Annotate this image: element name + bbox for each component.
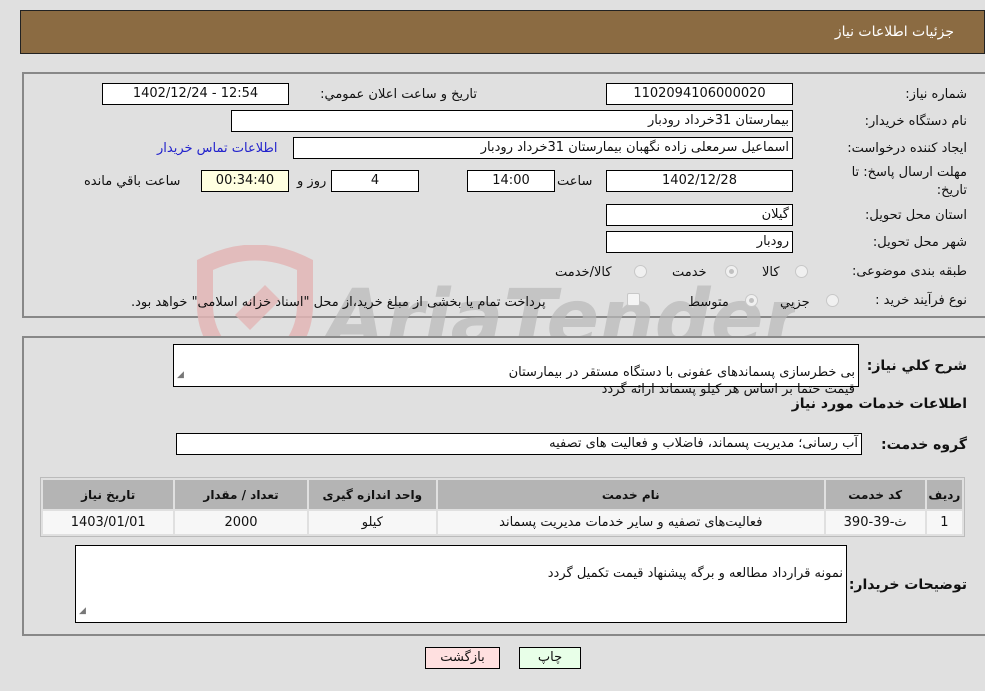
- remaining-label: ساعت باقي مانده: [84, 174, 181, 189]
- deadline-time-field: 14:00: [467, 170, 555, 192]
- need-number-label: شماره نیاز:: [905, 87, 967, 102]
- buyer-notes-text: نمونه قرارداد مطالعه و برگه پیشنهاد قیمت…: [547, 566, 843, 581]
- description-textarea[interactable]: بی خطرسازی پسماندهای عفونی با دستگاه مست…: [173, 344, 859, 397]
- creator-field: اسماعیل سرمعلی زاده نگهبان بیمارستان 31خ…: [293, 137, 793, 159]
- page-title: جزئیات اطلاعات نیاز: [834, 24, 954, 40]
- cell-need-date: 1403/01/01: [43, 511, 174, 534]
- resize-grip-icon[interactable]: ◢: [177, 367, 184, 384]
- table-row: 1 ث-39-390 فعالیت‌های تصفیه و سایر خدمات…: [43, 511, 962, 534]
- cell-service-name: فعالیت‌های تصفیه و سایر خدمات مدیریت پسم…: [437, 511, 824, 534]
- category-label: طبقه بندی موضوعی:: [851, 264, 967, 279]
- category-option-goods: کالا: [762, 265, 780, 280]
- category-radio-service[interactable]: [725, 265, 738, 278]
- process-option-minor: جزيي: [780, 295, 810, 310]
- col-header-row-number: ردیف: [926, 480, 962, 509]
- cell-quantity: 2000: [175, 511, 307, 534]
- deadline-time-label: ساعت: [557, 174, 593, 189]
- process-radio-minor[interactable]: [826, 294, 839, 307]
- cell-row-number: 1: [926, 511, 962, 534]
- province-field: گیلان: [606, 204, 793, 226]
- announce-label: تاریخ و ساعت اعلان عمومي:: [320, 87, 477, 102]
- deadline-label-line1: مهلت ارسال پاسخ: تا: [851, 165, 967, 180]
- col-header-service-code: کد خدمت: [825, 480, 925, 509]
- services-section-title: اطلاعات خدمات مورد نیاز: [791, 396, 967, 412]
- days-field: 4: [331, 170, 419, 192]
- city-field: رودبار: [606, 231, 793, 253]
- category-radio-goods[interactable]: [795, 265, 808, 278]
- resize-grip-icon[interactable]: ◢: [79, 603, 86, 620]
- buyer-notes-textarea[interactable]: نمونه قرارداد مطالعه و برگه پیشنهاد قیمت…: [75, 545, 847, 623]
- creator-label: ایجاد کننده درخواست:: [847, 141, 967, 156]
- process-option-medium: متوسط: [688, 295, 729, 310]
- description-label: شرح کلي نياز:: [866, 358, 967, 374]
- category-option-service: خدمت: [672, 265, 707, 280]
- buyer-org-label: نام دستگاه خریدار:: [864, 114, 967, 129]
- table-header-row: ردیف کد خدمت نام خدمت واحد اندازه گیری ت…: [43, 480, 962, 509]
- province-label: استان محل تحویل:: [865, 208, 967, 223]
- category-radio-goods-service[interactable]: [634, 265, 647, 278]
- days-label: روز و: [297, 174, 327, 189]
- buyer-contact-link[interactable]: اطلاعات تماس خریدار: [157, 141, 277, 156]
- category-option-goods-service: کالا/خدمت: [555, 265, 612, 280]
- city-label: شهر محل تحویل:: [872, 235, 967, 250]
- process-radio-medium[interactable]: [745, 294, 758, 307]
- service-group-label: گروه خدمت:: [881, 437, 967, 453]
- col-header-quantity: تعداد / مقدار: [175, 480, 307, 509]
- back-button[interactable]: بازگشت: [425, 647, 500, 669]
- service-group-field: آب رسانی؛ مدیریت پسماند، فاضلاب و فعالیت…: [176, 433, 862, 455]
- treasury-note: پرداخت تمام یا بخشی از مبلغ خرید،از محل …: [131, 295, 546, 310]
- remaining-time-field: 00:34:40: [201, 170, 289, 192]
- treasury-checkbox[interactable]: [627, 293, 640, 306]
- services-table: ردیف کد خدمت نام خدمت واحد اندازه گیری ت…: [40, 477, 965, 537]
- buyer-org-field: بیمارستان 31خرداد رودبار: [231, 110, 793, 132]
- need-number-field: 1102094106000020: [606, 83, 793, 105]
- announce-field: 1402/12/24 - 12:54: [102, 83, 289, 105]
- cell-unit: کیلو: [308, 511, 436, 534]
- col-header-need-date: تاریخ نیاز: [43, 480, 174, 509]
- buyer-notes-label: توضیحات خریدار:: [848, 577, 967, 593]
- page-header: جزئیات اطلاعات نیاز: [20, 10, 985, 54]
- col-header-unit: واحد اندازه گیری: [308, 480, 436, 509]
- col-header-service-name: نام خدمت: [437, 480, 824, 509]
- need-details-panel: [22, 72, 985, 318]
- deadline-date-field: 1402/12/28: [606, 170, 793, 192]
- process-label: نوع فرآیند خرید :: [875, 293, 967, 308]
- cell-service-code: ث-39-390: [825, 511, 925, 534]
- print-button[interactable]: چاپ: [519, 647, 581, 669]
- deadline-label-line2: تاریخ:: [936, 183, 967, 198]
